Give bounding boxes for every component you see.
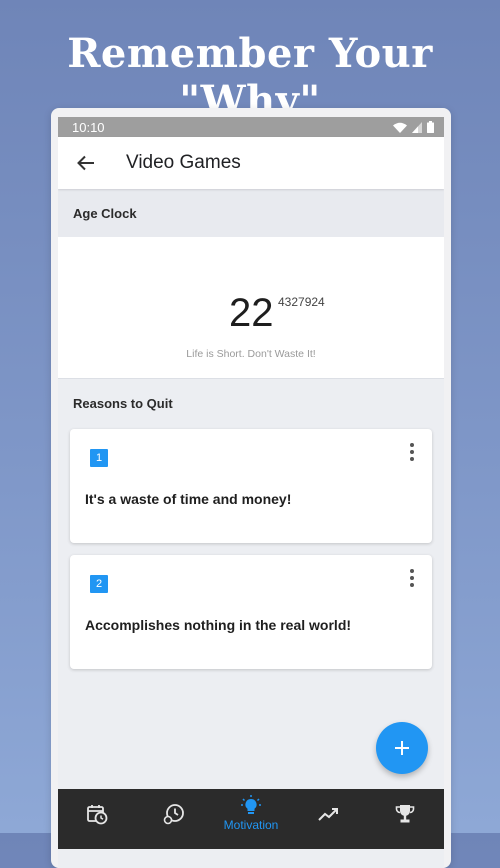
- nav-label-motivation: Motivation: [223, 818, 279, 832]
- phone-frame: 10:10 Video Games Age Clock 22 4327924 L…: [51, 108, 451, 868]
- status-time: 10:10: [72, 119, 105, 135]
- bottom-navigation: Motivation: [58, 789, 444, 849]
- plus-icon: [395, 741, 409, 755]
- age-clock-header: Age Clock: [58, 189, 444, 237]
- app-screen: 10:10 Video Games Age Clock 22 4327924 L…: [58, 117, 444, 868]
- battery-icon: [427, 121, 434, 133]
- calendar-clock-icon: [86, 805, 107, 825]
- page-title: Video Games: [126, 152, 241, 173]
- reason-text: It's a waste of time and money!: [85, 491, 292, 507]
- reason-card[interactable]: 1 It's a waste of time and money!: [70, 429, 432, 543]
- cellular-signal-icon: [412, 121, 422, 133]
- more-options-icon[interactable]: [408, 569, 416, 587]
- reasons-header: Reasons to Quit: [58, 379, 444, 427]
- nav-item-progress[interactable]: [290, 789, 367, 849]
- reason-number-badge: 1: [90, 449, 108, 467]
- status-bar: 10:10: [58, 117, 444, 137]
- age-clock-panel: 22 4327924 Life is Short. Don't Waste It…: [58, 237, 444, 379]
- app-bar: Video Games: [58, 137, 444, 189]
- trophy-icon: [396, 805, 415, 823]
- arrow-left-icon: [77, 155, 94, 171]
- age-seconds-value: 4327924: [278, 295, 325, 309]
- lightbulb-icon: [241, 795, 261, 814]
- nav-item-history[interactable]: [135, 789, 212, 849]
- nav-item-calendar[interactable]: [58, 789, 135, 849]
- reason-number-badge: 2: [90, 575, 108, 593]
- trending-up-icon: [318, 808, 339, 821]
- nav-item-achievements[interactable]: [367, 789, 444, 849]
- back-button[interactable]: [58, 137, 114, 189]
- wifi-icon: [393, 122, 407, 133]
- status-icons: [393, 121, 434, 133]
- reason-card[interactable]: 2 Accomplishes nothing in the real world…: [70, 555, 432, 669]
- add-reason-button[interactable]: [376, 722, 428, 774]
- more-options-icon[interactable]: [408, 443, 416, 461]
- age-years-value: 22: [229, 291, 274, 335]
- nav-item-motivation[interactable]: Motivation: [212, 789, 289, 849]
- reason-text: Accomplishes nothing in the real world!: [85, 617, 352, 633]
- age-clock-tagline: Life is Short. Don't Waste It!: [186, 348, 316, 360]
- history-icon: [163, 804, 184, 825]
